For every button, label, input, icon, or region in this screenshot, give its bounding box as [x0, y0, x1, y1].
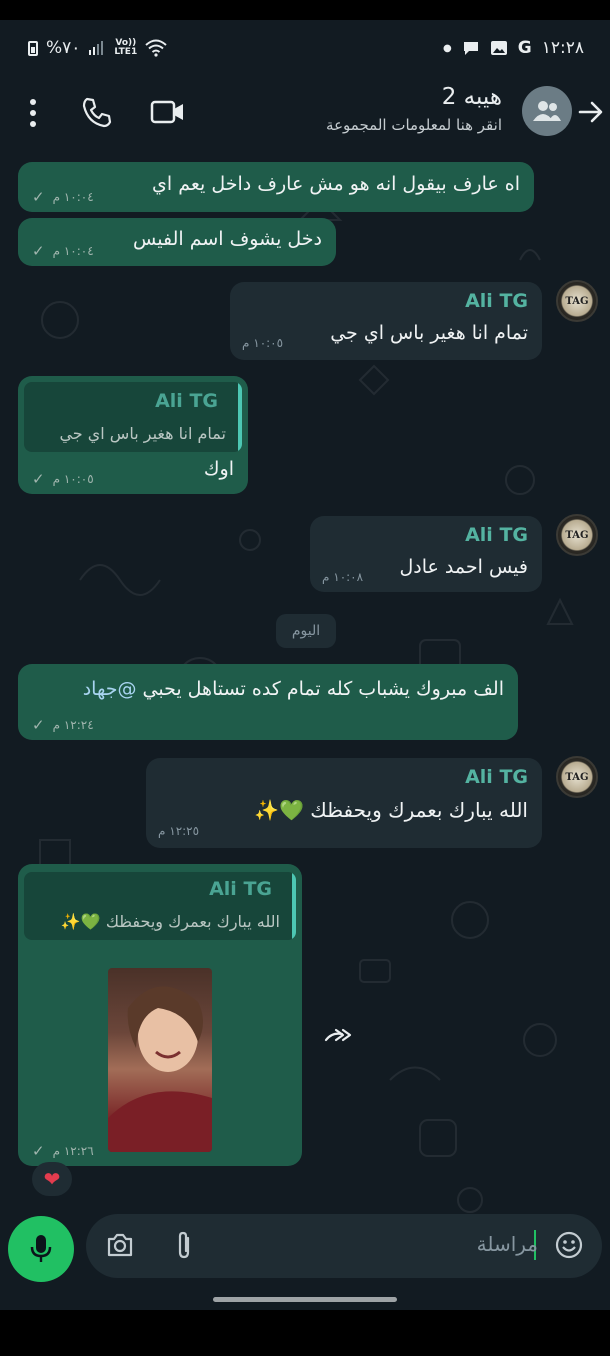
- video-call-icon[interactable]: [150, 96, 186, 128]
- sent-check-icon: ✓: [32, 188, 45, 206]
- sender-name[interactable]: Ali TG: [465, 524, 528, 546]
- message-meta: ✓ ١٠:٠٥ م: [32, 470, 94, 488]
- attachment-icon[interactable]: [174, 1230, 194, 1260]
- sender-name[interactable]: Ali TG: [465, 766, 528, 788]
- message-bubble-incoming[interactable]: Ali TG فيس احمد عادل ١٠:٠٨ م: [310, 516, 542, 592]
- message-composer[interactable]: مراسلة: [86, 1214, 602, 1278]
- message-notification-icon: [463, 42, 478, 55]
- sent-check-icon: ✓: [32, 1142, 45, 1160]
- chat-header[interactable]: هيبه 2 انقر هنا لمعلومات المجموعة: [0, 78, 610, 158]
- message-time: ١٠:٠٨ م: [322, 570, 364, 584]
- message-time: ١٠:٠٥ م: [242, 336, 284, 350]
- quote-accent-bar: [238, 382, 242, 452]
- quoted-message[interactable]: Ali TG الله يبارك بعمرك ويحفظك 💚✨: [24, 872, 296, 940]
- forward-icon: [324, 1028, 352, 1042]
- system-nav-bar: [0, 1310, 610, 1356]
- message-text: تمام انا هغير باس اي جي: [330, 322, 528, 344]
- forward-button[interactable]: [318, 1018, 358, 1058]
- google-icon: G: [517, 38, 532, 58]
- quote-text: تمام انا هغير باس اي جي: [59, 424, 226, 443]
- date-separator: اليوم: [276, 614, 336, 648]
- message-text: فيس احمد عادل: [399, 556, 529, 578]
- message-meta: ✓ ١٠:٠٤ م: [32, 242, 94, 260]
- sender-name[interactable]: Ali TG: [465, 290, 528, 312]
- wifi-icon: [145, 39, 167, 57]
- message-bubble-outgoing[interactable]: الف مبروك يشباب كله تمام كده تستاهل يحبي…: [18, 664, 518, 740]
- sent-check-icon: ✓: [32, 242, 45, 260]
- message-bubble-outgoing-reply[interactable]: Ali TG تمام انا هغير باس اي جي اوك ✓ ١٠:…: [18, 376, 248, 494]
- microphone-icon: [30, 1235, 52, 1262]
- more-options-icon[interactable]: [26, 96, 40, 130]
- message-meta: ✓ ١٠:٠٤ م: [32, 188, 94, 206]
- photo-portrait: [108, 986, 212, 1152]
- status-bar-right: ● G ١٢:٢٨: [443, 38, 584, 58]
- top-black-strip: [0, 0, 610, 20]
- sender-avatar[interactable]: TAG: [556, 514, 598, 556]
- quote-sender: Ali TG: [155, 390, 218, 412]
- home-gesture-handle[interactable]: [213, 1297, 397, 1302]
- message-text: اه عارف بيقول انه هو مش عارف داخل يعم اي: [152, 173, 520, 195]
- sender-avatar[interactable]: TAG: [556, 756, 598, 798]
- message-time: ١٢:٢٥ م: [158, 824, 200, 838]
- back-arrow-icon[interactable]: [578, 100, 604, 124]
- quote-accent-bar: [292, 872, 296, 940]
- sent-check-icon: ✓: [32, 716, 45, 734]
- sent-check-icon: ✓: [32, 470, 45, 488]
- quote-text: الله يبارك بعمرك ويحفظك 💚✨: [60, 912, 280, 931]
- gallery-notification-icon: [490, 41, 507, 55]
- group-name[interactable]: هيبه 2: [442, 84, 502, 110]
- message-bubble-incoming[interactable]: Ali TG تمام انا هغير باس اي جي ١٠:٠٥ م: [230, 282, 542, 360]
- message-time: ١٠:٠٤ م: [52, 190, 94, 204]
- reaction-heart-icon[interactable]: ❤: [32, 1162, 72, 1196]
- message-text: الله يبارك بعمرك ويحفظك 💚✨: [254, 798, 528, 822]
- volte-indicator: Vo)) LTE1: [114, 38, 138, 57]
- voice-call-icon[interactable]: [80, 96, 112, 128]
- message-time: ١٢:٢٤ م: [52, 718, 94, 732]
- message-bubble-outgoing[interactable]: اه عارف بيقول انه هو مش عارف داخل يعم اي…: [18, 162, 534, 212]
- message-time: ١٢:٢٦ م: [52, 1144, 94, 1158]
- battery-icon: [28, 40, 38, 56]
- notification-dot-icon: ●: [443, 42, 452, 54]
- status-bar-left: %٧٠ Vo)) LTE1: [28, 38, 167, 58]
- chat-screen: %٧٠ Vo)) LTE1 ● G ١٢:٢٨ هيبه 2 انقر هنا …: [0, 20, 610, 1310]
- emoji-icon[interactable]: [554, 1230, 584, 1260]
- message-bubble-outgoing[interactable]: دخل يشوف اسم الفيس ✓ ١٠:٠٤ م: [18, 218, 336, 266]
- message-input[interactable]: مراسلة: [477, 1232, 538, 1256]
- message-bubble-incoming[interactable]: Ali TG الله يبارك بعمرك ويحفظك 💚✨ ١٢:٢٥ …: [146, 758, 542, 848]
- group-icon: [533, 101, 561, 121]
- status-bar: %٧٠ Vo)) LTE1 ● G ١٢:٢٨: [0, 20, 610, 78]
- camera-icon[interactable]: [106, 1232, 134, 1258]
- shared-photo[interactable]: [108, 968, 212, 1152]
- signal-icon: [89, 41, 104, 55]
- sender-avatar[interactable]: TAG: [556, 280, 598, 322]
- voice-record-button[interactable]: [8, 1216, 74, 1282]
- message-text: دخل يشوف اسم الفيس: [133, 228, 322, 250]
- message-time: ١٠:٠٥ م: [52, 472, 94, 486]
- quote-sender: Ali TG: [209, 878, 272, 900]
- group-info-hint[interactable]: انقر هنا لمعلومات المجموعة: [326, 116, 502, 134]
- group-avatar[interactable]: [522, 86, 572, 136]
- battery-level: %٧٠: [46, 38, 81, 58]
- message-meta: ✓ ١٢:٢٤ م: [32, 716, 94, 734]
- message-text: اوك: [203, 458, 234, 480]
- message-text: الف مبروك يشباب كله تمام كده تستاهل يحبي…: [82, 678, 504, 700]
- mention-link[interactable]: @جهاد: [83, 678, 137, 700]
- message-meta: ✓ ١٢:٢٦ م: [32, 1142, 94, 1160]
- quoted-message[interactable]: Ali TG تمام انا هغير باس اي جي: [24, 382, 242, 452]
- clock: ١٢:٢٨: [541, 38, 584, 58]
- message-time: ١٠:٠٤ م: [52, 244, 94, 258]
